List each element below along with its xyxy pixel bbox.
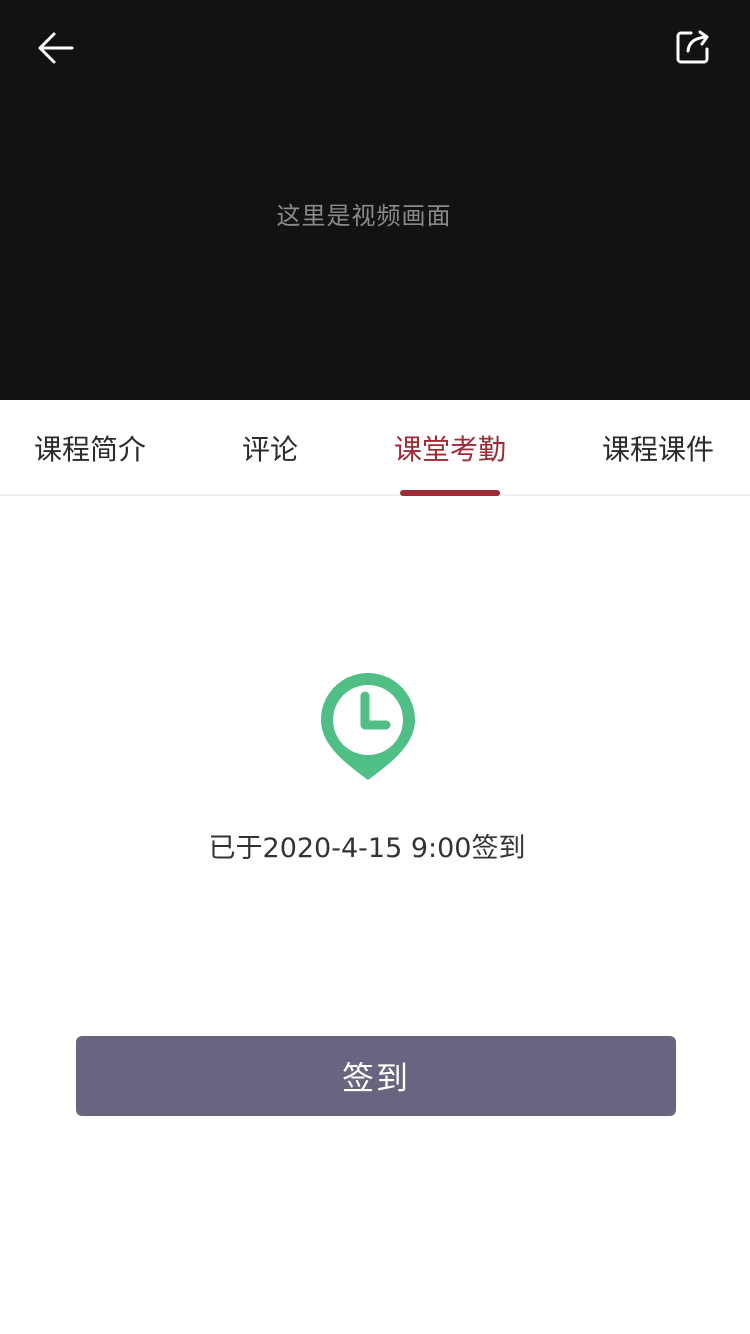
tab-attendance[interactable]: 课堂考勤	[390, 400, 510, 496]
share-button[interactable]	[668, 22, 718, 72]
video-placeholder-text: 这里是视频画面	[276, 202, 452, 230]
tab-courseware[interactable]: 课程课件	[598, 400, 718, 496]
share-icon	[676, 30, 709, 64]
video-player[interactable]: 这里是视频画面	[0, 0, 750, 400]
tab-comments[interactable]: 评论	[230, 400, 310, 496]
tab-course-intro[interactable]: 课程简介	[30, 400, 150, 496]
clock-pin-icon	[321, 673, 415, 780]
back-button[interactable]	[32, 24, 80, 72]
active-tab-indicator	[400, 490, 500, 496]
tab-bar: 课程简介 评论 课堂考勤 课程课件	[0, 400, 750, 496]
arrow-left-icon	[38, 32, 74, 64]
checkin-button[interactable]: 签到	[76, 1036, 676, 1116]
checkin-status-text: 已于2020-4-15 9:00签到	[208, 833, 526, 864]
